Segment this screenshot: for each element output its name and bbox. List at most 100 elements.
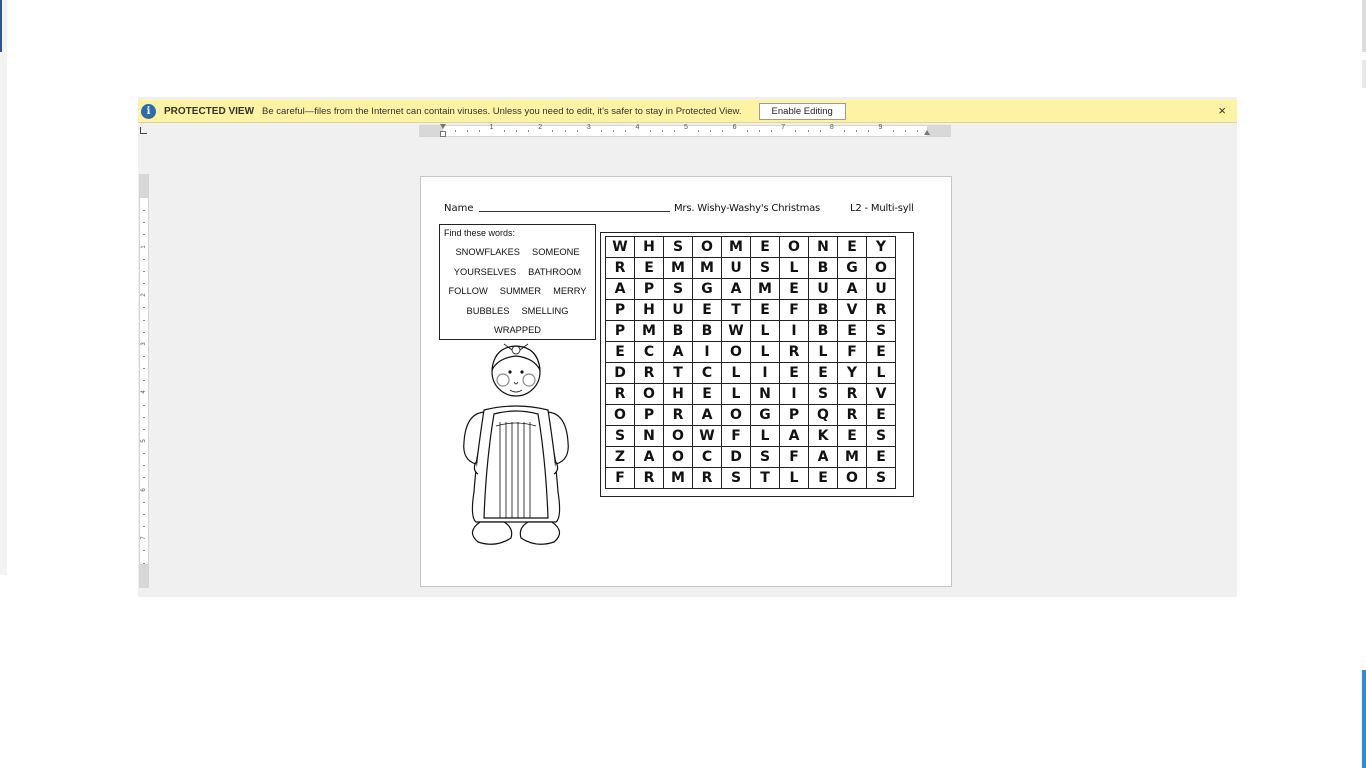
right-indent-marker[interactable] [924,130,930,135]
grid-letter: F [779,446,809,468]
grid-letter: R [605,383,635,405]
ruler-tick [143,428,145,430]
grid-letter: G [750,404,780,426]
grid-letter: L [779,467,809,489]
ruler-tick [698,130,700,132]
left-indent-marker[interactable] [440,131,446,137]
grid-letter: A [692,404,722,426]
ruler-tick [746,130,748,132]
document-page[interactable]: Name Mrs. Wishy-Washy's Christmas L2 - M… [420,176,952,587]
grid-letter: B [692,320,722,342]
ruler-tick [143,465,145,467]
enable-editing-button[interactable]: Enable Editing [758,102,846,120]
ruler-bottom-margin [140,564,148,588]
ruler-tick [143,283,145,285]
ruler-tick [143,380,145,382]
word-search-grid-frame: WHSOMEONEYREMMUSLBGOAPSGAMEUAUPHUETEFBVR… [600,232,914,497]
grid-letter: F [779,299,809,321]
grid-letter: M [634,320,664,342]
grid-row: REMMUSLBGO [605,257,896,279]
grid-letter: F [721,425,751,447]
grid-letter: D [721,446,751,468]
grid-letter: K [808,425,838,447]
ruler-tick [143,210,145,212]
grid-row: OPRAOGPQRE [605,404,896,426]
grid-letter: L [866,362,896,384]
ruler-tick [143,307,145,309]
grid-letter: S [808,383,838,405]
grid-letter: L [750,320,780,342]
grid-letter: M [663,467,693,489]
grid-letter: P [634,404,664,426]
ruler-tick [856,130,858,132]
ruler-tick [673,130,675,132]
grid-letter: A [721,278,751,300]
protected-view-title: PROTECTED VIEW [164,105,255,117]
right-edge-accent [1362,670,1366,768]
ruler-tick [819,130,821,132]
grid-letter: O [605,404,635,426]
name-label: Name [444,203,474,214]
ruler-tick [600,130,602,132]
vertical-ruler[interactable]: 1 2 3 4 5 6 7 [139,174,149,588]
grid-letter: P [779,404,809,426]
grid-letter: E [837,236,867,258]
grid-letter: P [634,278,664,300]
close-icon[interactable]: × [1218,103,1226,118]
word-search-grid: WHSOMEONEYREMMUSLBGOAPSGAMEUAUPHUETEFBVR… [605,236,896,489]
name-field-line: Name [444,203,670,214]
grid-letter: I [779,320,809,342]
grid-letter: D [605,362,635,384]
grid-letter: S [750,446,780,468]
ruler-number: 4 [141,390,147,395]
first-line-indent-marker[interactable] [440,124,446,129]
ruler-tick [143,258,145,260]
worksheet-level: L2 - Multi-syll [850,203,914,214]
ruler-tick [143,234,145,236]
ruler-tick [143,404,145,406]
search-word: BUBBLES [466,305,510,316]
shield-info-icon: i [141,103,156,119]
grid-letter: E [808,362,838,384]
grid-letter: E [750,236,780,258]
grid-letter: V [866,383,896,405]
grid-letter: W [605,236,635,258]
grid-letter: E [837,320,867,342]
grid-letter: O [721,341,751,363]
ruler-tick [143,453,145,455]
word-list-row: SNOWFLAKES SOMEONE [440,247,595,257]
ruler-number: 5 [684,124,688,131]
grid-letter: N [808,236,838,258]
ruler-number: 6 [732,124,737,131]
ruler-tick [143,355,145,357]
ruler-number: 6 [141,487,147,492]
word-list-row: WRAPPED [440,325,595,335]
mrs-wishy-washy-illustration [463,343,569,545]
grid-letter: T [721,299,751,321]
grid-letter: R [779,341,809,363]
grid-letter: E [866,341,896,363]
grid-letter: Z [605,446,635,468]
horizontal-ruler[interactable]: 1 2 3 4 5 6 7 8 9 [419,124,951,137]
ruler-tick [528,130,530,132]
tab-stop-selector[interactable] [140,127,147,134]
grid-letter: U [721,257,751,279]
ruler-tick [143,331,145,333]
ruler-tick [843,130,845,132]
grid-row: ECAIOLRLFE [605,341,896,363]
grid-row: ZAOCDSFAME [605,446,896,468]
grid-letter: B [808,299,838,321]
grid-letter: B [808,257,838,279]
grid-letter: F [837,341,867,363]
search-word: WRAPPED [493,325,541,335]
grid-letter: A [808,446,838,468]
ruler-tick [892,130,894,132]
grid-letter: G [837,257,867,279]
ruler-tick [552,130,554,132]
grid-letter: R [866,299,896,321]
grid-letter: E [808,467,838,489]
ruler-tick [143,222,145,224]
grid-letter: M [721,236,751,258]
ruler-number: 7 [141,536,147,540]
grid-letter: A [837,278,867,300]
